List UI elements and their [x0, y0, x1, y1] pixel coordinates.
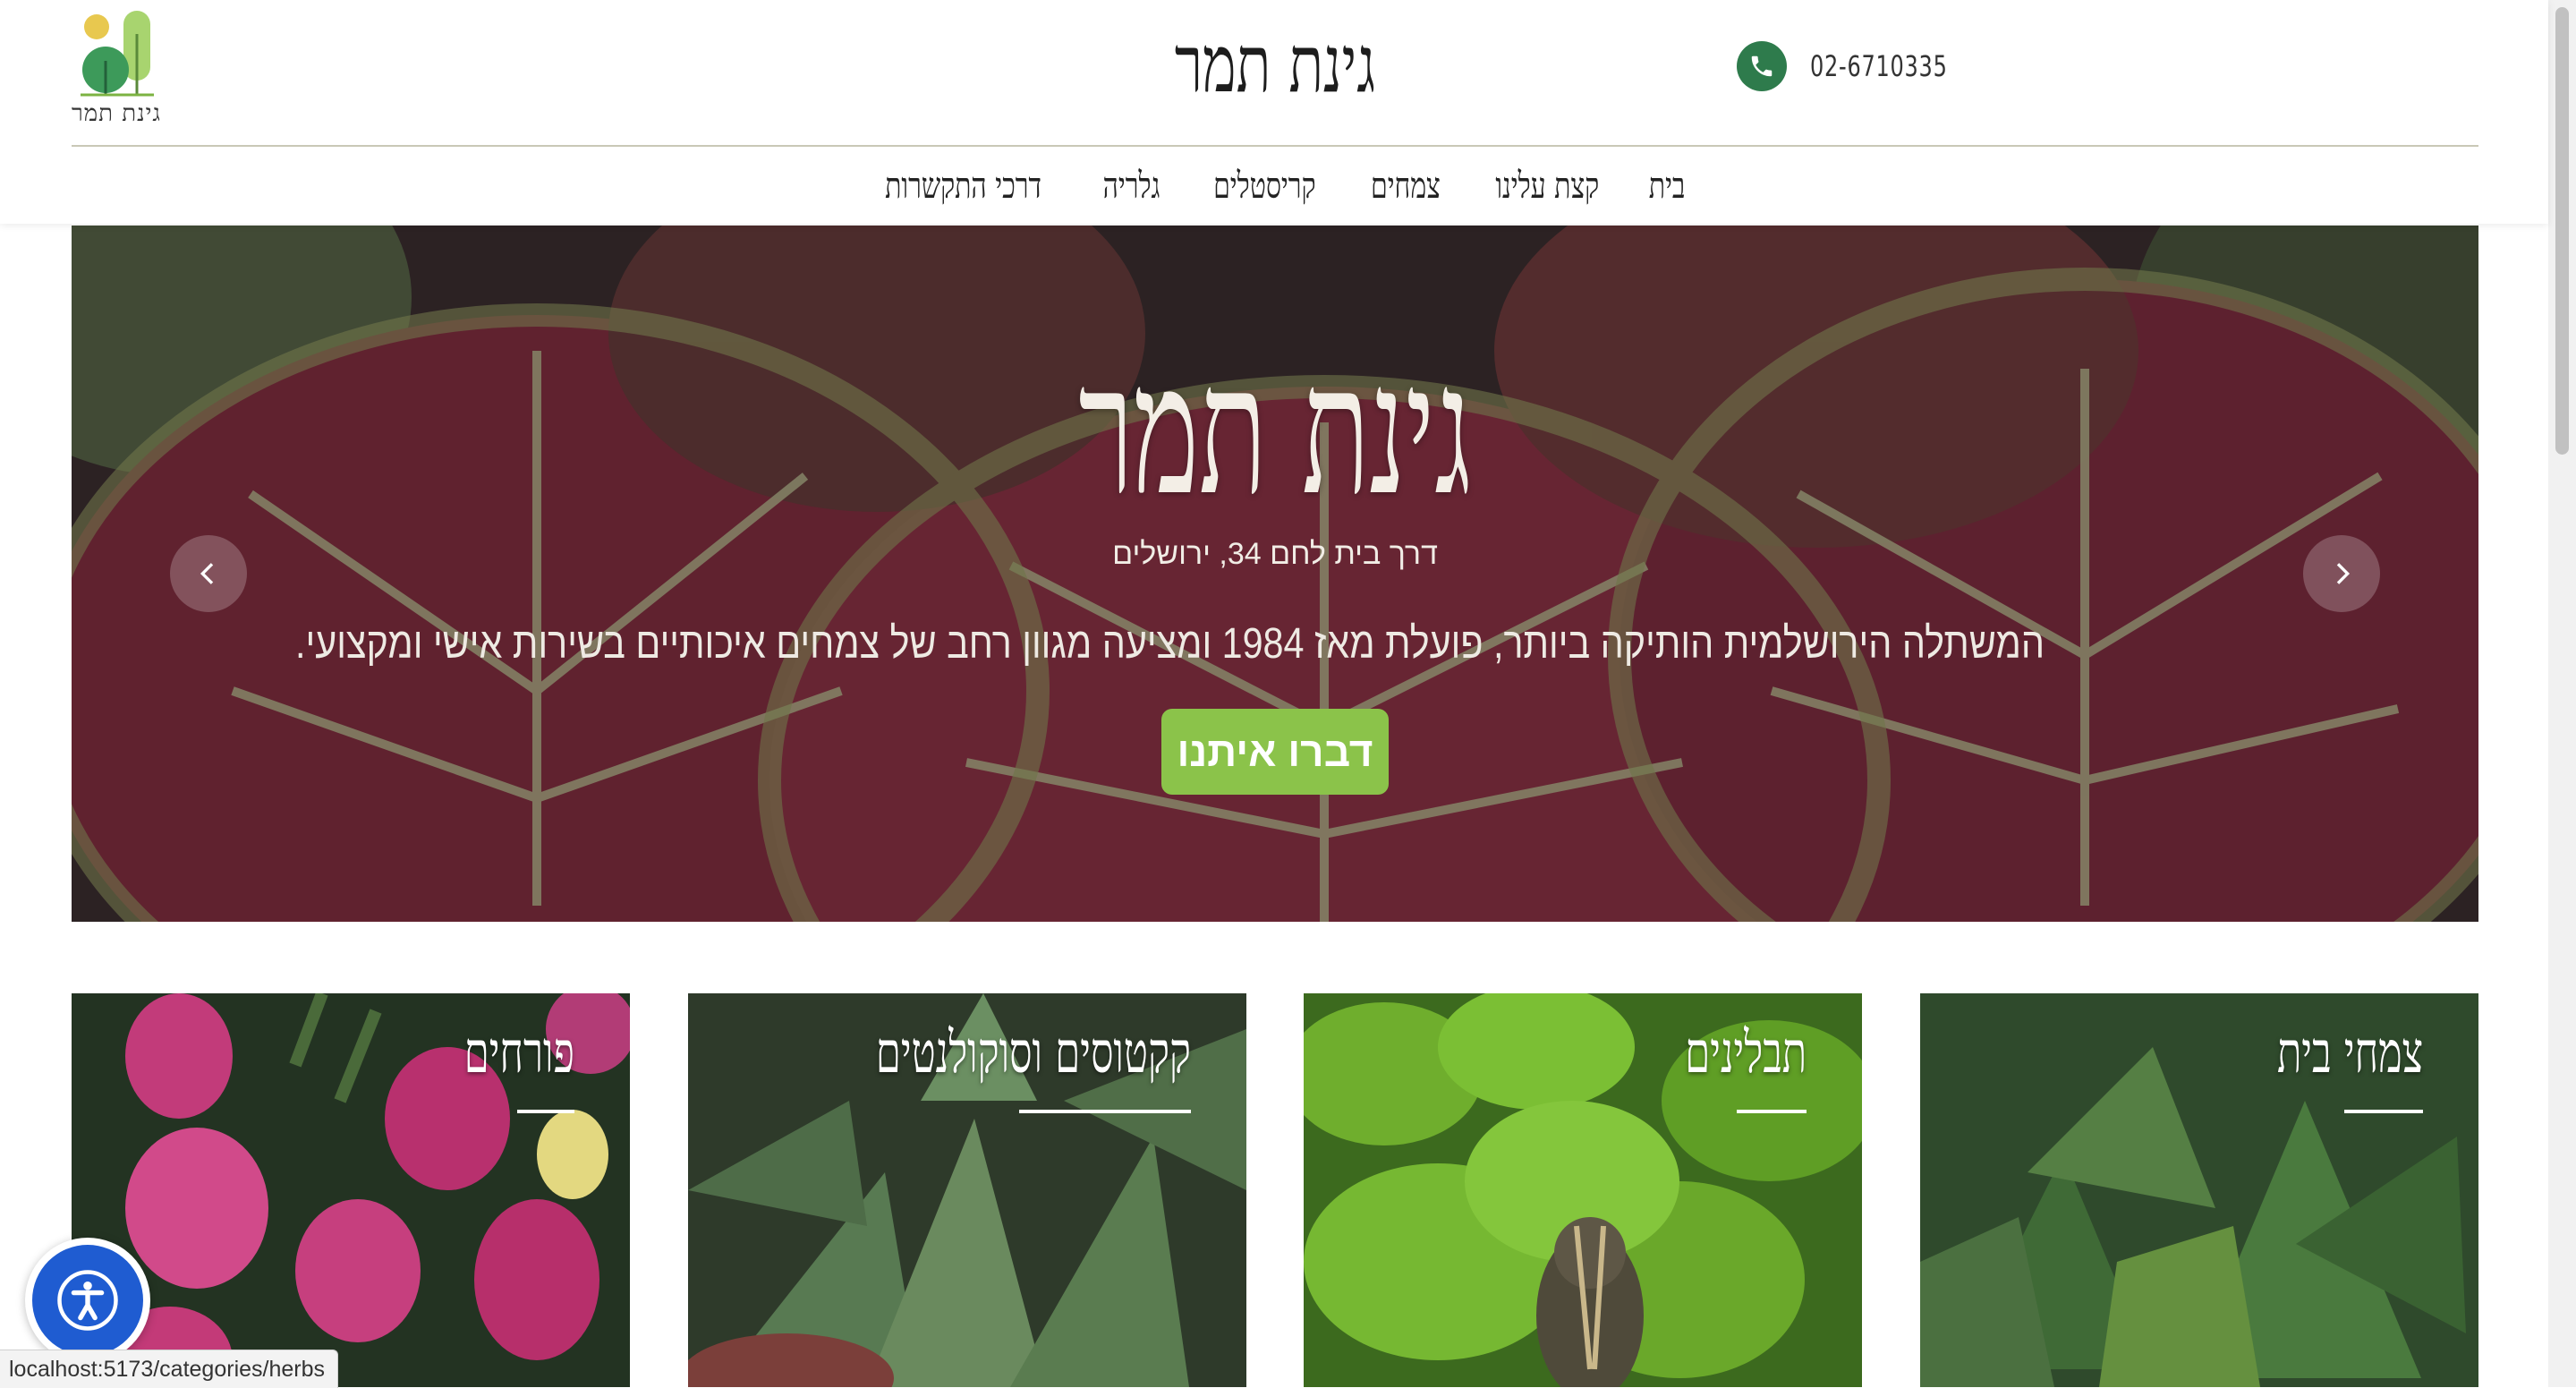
nav-item-contact[interactable]: דרכי התקשרות	[885, 165, 1041, 207]
nav-item-about[interactable]: קצת עלינו	[1495, 165, 1599, 207]
chevron-right-icon	[2336, 563, 2351, 584]
phone-number[interactable]: 02-6710335	[1810, 49, 1948, 83]
category-underline	[517, 1110, 574, 1113]
site-header: גינת תמר גינת תמר 02-6710335 בית קצת עלי…	[0, 0, 2548, 224]
page-scrollbar[interactable]	[2548, 0, 2576, 1387]
hero-address: דרך בית לחם 34, ירושלים	[1112, 537, 1438, 571]
carousel-prev-button[interactable]	[170, 535, 247, 612]
status-bar-url: localhost:5173/categories/herbs	[0, 1350, 339, 1388]
category-title: צמחי בית	[2276, 1020, 2423, 1086]
scrollbar-thumb[interactable]	[2555, 7, 2569, 455]
nav-item-home[interactable]: בית	[1649, 165, 1686, 207]
nav-item-plants[interactable]: צמחים	[1371, 165, 1441, 207]
contact-us-button[interactable]: דברו איתנו	[1161, 709, 1389, 795]
logo-text: גינת תמר	[72, 100, 162, 127]
nav-item-crystals[interactable]: קריסטלים	[1213, 165, 1315, 207]
header-divider	[72, 145, 2478, 147]
category-title: תבלינים	[1685, 1020, 1807, 1086]
category-card-herbs[interactable]: תבלינים	[1304, 993, 1862, 1387]
chevron-left-icon	[200, 563, 214, 584]
hero-title: גינת תמר	[1078, 327, 1472, 535]
phone-icon[interactable]	[1737, 41, 1788, 91]
main-nav: בית קצת עלינו צמחים קריסטלים גלריה דרכי …	[859, 159, 1691, 211]
category-card-flowering[interactable]: פורחים	[72, 993, 630, 1387]
carousel-next-button[interactable]	[2303, 535, 2380, 612]
category-underline	[1019, 1110, 1191, 1113]
category-underline	[1737, 1110, 1807, 1113]
nav-item-gallery[interactable]: גלריה	[1103, 165, 1160, 207]
site-title[interactable]: גינת תמר	[1072, 18, 1478, 111]
category-card-house-plants[interactable]: צמחי בית	[1920, 993, 2478, 1387]
hero-carousel: גינת תמר דרך בית לחם 34, ירושלים המשתלה …	[72, 226, 2478, 922]
category-underline	[2344, 1110, 2423, 1113]
accessibility-icon	[32, 1245, 143, 1356]
hero-description: המשתלה הירושלמית הותיקה ביותר, פועלת מאז…	[295, 620, 2045, 668]
category-card-cacti-succulents[interactable]: קקטוסים וסוקולנטים	[688, 993, 1246, 1387]
category-title: קקטוסים וסוקולנטים	[875, 1020, 1191, 1086]
accessibility-button[interactable]	[25, 1238, 150, 1363]
phone-contact[interactable]: 02-6710335	[1737, 39, 1994, 93]
category-title: פורחים	[463, 1020, 574, 1086]
